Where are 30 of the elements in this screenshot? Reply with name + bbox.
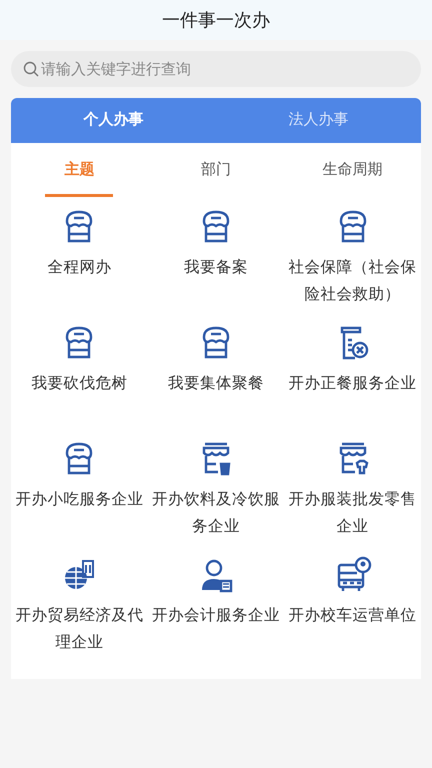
service-item[interactable]: 开办小吃服务企业 (11, 439, 148, 555)
category-tab[interactable]: 个人办事 (11, 98, 216, 143)
service-label: 我要集体聚餐 (166, 374, 265, 394)
service-item[interactable]: 全程网办 (11, 207, 148, 323)
service-label: 开办小吃服务企业 (14, 490, 144, 510)
search-field[interactable]: 请输入关键字进行查询 (11, 51, 421, 87)
service-item[interactable]: 开办会计服务企业 (148, 555, 284, 671)
service-label: 开办正餐服务企业 (288, 374, 418, 394)
service-item[interactable]: 开办服装批发零售企业 (284, 439, 421, 555)
topic-tab[interactable]: 部门 (182, 143, 250, 197)
service-item[interactable]: 我要集体聚餐 (148, 323, 284, 439)
topic-tab[interactable]: 生命周期 (318, 143, 387, 197)
service-item[interactable]: 开办饮料及冷饮服务企业 (148, 439, 284, 555)
search-icon (23, 61, 39, 77)
service-item[interactable]: 开办校车运营单位 (284, 555, 421, 671)
service-label: 开办饮料及冷饮服务企业 (150, 490, 281, 537)
service-label: 我要备案 (182, 258, 249, 278)
service-label: 我要砍伐危树 (30, 374, 128, 394)
service-label: 社会保障（社会保险社会救助） (288, 258, 418, 305)
service-item[interactable]: 开办贸易经济及代理企业 (11, 555, 148, 671)
service-label: 开办会计服务企业 (150, 606, 281, 626)
service-label: 全程网办 (46, 258, 112, 278)
service-item[interactable]: 我要备案 (148, 207, 284, 323)
service-label: 开办贸易经济及代理企业 (14, 606, 144, 653)
page-title: 一件事一次办 (162, 8, 270, 32)
service-item[interactable]: 我要砍伐危树 (11, 323, 148, 439)
service-label: 开办校车运营单位 (288, 606, 418, 626)
service-label: 开办服装批发零售企业 (288, 490, 418, 537)
service-item[interactable]: 开办正餐服务企业 (284, 323, 421, 439)
service-item[interactable]: 社会保障（社会保险社会救助） (284, 207, 421, 323)
